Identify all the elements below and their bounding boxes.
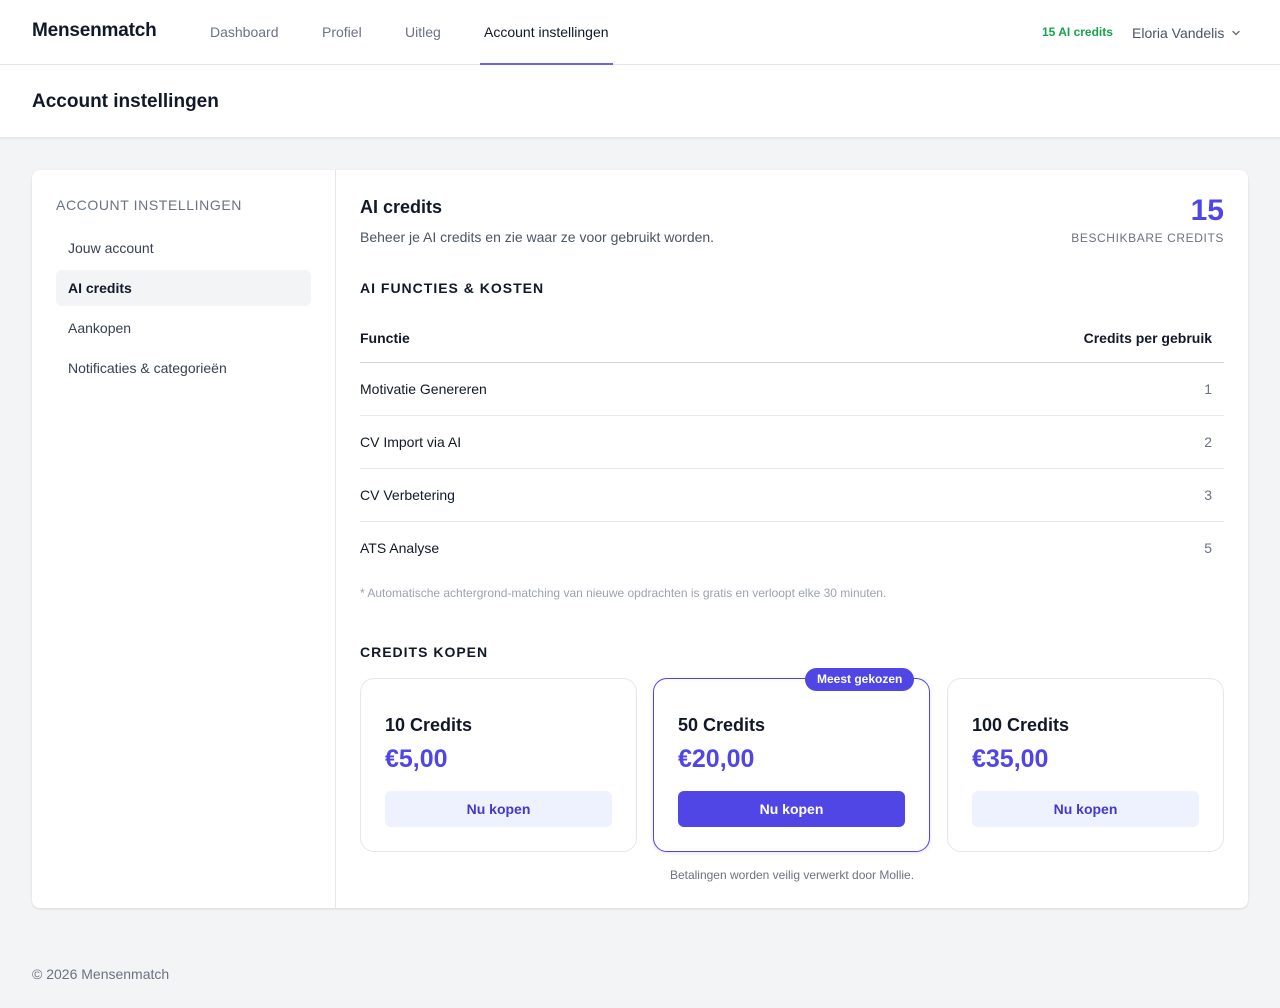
user-menu[interactable]: Eloria Vandelis [1132,23,1242,43]
buy-button-100-credits[interactable]: Nu kopen [972,791,1199,827]
function-credits: 1 [1204,381,1212,397]
column-header-credits: Credits per gebruik [1083,330,1212,346]
functions-heading: AI FUNCTIES & KOSTEN [360,280,545,296]
table-row: CV Import via AI 2 [360,416,1224,469]
plan-name: 50 Credits [678,715,766,735]
sidebar-item-jouw-account[interactable]: Jouw account [56,230,311,266]
nav-link-profiel[interactable]: Profiel [318,0,366,64]
ai-credits-badge: 15 AI credits [1042,25,1113,39]
plan-name: 10 Credits [385,715,473,735]
settings-sidebar: ACCOUNT INSTELLINGEN Jouw account AI cre… [32,170,336,908]
buy-button-10-credits[interactable]: Nu kopen [385,791,612,827]
section-subtitle: Beheer je AI credits en zie waar ze voor… [360,229,715,245]
column-header-functie: Functie [360,330,410,346]
plan-name: 100 Credits [972,715,1070,735]
function-credits: 5 [1204,540,1212,556]
function-name: CV Import via AI [360,434,462,450]
available-credits-label: BESCHIKBARE CREDITS [1071,231,1224,245]
user-name: Eloria Vandelis [1132,25,1225,41]
plan-price: €20,00 [678,745,755,773]
functions-table: Functie Credits per gebruik Motivatie Ge… [360,320,1224,575]
top-navigation: Mensenmatch Dashboard Profiel Uitleg Acc… [0,0,1280,65]
chevron-down-icon [1232,30,1241,36]
footer-copyright: © 2026 Mensenmatch [32,966,170,982]
function-name: CV Verbetering [360,487,455,503]
plan-card-50: Meest gekozen 50 Credits €20,00 Nu kopen [653,668,930,852]
page-header: Account instellingen [0,65,1280,138]
function-credits: 3 [1204,487,1212,503]
table-header: Functie Credits per gebruik [360,320,1224,363]
brand-logo[interactable]: Mensenmatch [32,20,157,42]
plan-price: €35,00 [972,745,1049,773]
table-row: CV Verbetering 3 [360,469,1224,522]
plan-card-100: 100 Credits €35,00 Nu kopen [947,678,1224,852]
nav-link-uitleg[interactable]: Uitleg [401,0,445,64]
sidebar-heading: ACCOUNT INSTELLINGEN [56,197,242,213]
table-row: Motivatie Genereren 1 [360,363,1224,416]
sidebar-item-aankopen[interactable]: Aankopen [56,310,311,346]
function-credits: 2 [1204,434,1212,450]
buy-credits-heading: CREDITS KOPEN [360,644,489,660]
available-credits-count: 15 [1190,194,1224,227]
nav-link-account-instellingen[interactable]: Account instellingen [480,0,613,65]
nav-link-dashboard[interactable]: Dashboard [206,0,283,64]
settings-card: ACCOUNT INSTELLINGEN Jouw account AI cre… [32,170,1248,908]
buy-button-50-credits[interactable]: Nu kopen [678,791,905,827]
ai-credits-panel: AI credits Beheer je AI credits en zie w… [360,170,1224,908]
payment-note: Betalingen worden veilig verwerkt door M… [669,868,915,882]
plan-card-10: 10 Credits €5,00 Nu kopen [360,678,637,852]
page-title: Account instellingen [32,91,219,112]
table-row: ATS Analyse 5 [360,522,1224,575]
function-name: Motivatie Genereren [360,381,487,397]
sidebar-item-notificaties[interactable]: Notificaties & categorieën [56,350,311,386]
matching-footnote: * Automatische achtergrond-matching van … [360,586,887,600]
sidebar-item-ai-credits[interactable]: AI credits [56,270,311,306]
plan-price: €5,00 [385,745,448,773]
function-name: ATS Analyse [360,540,440,556]
most-chosen-badge: Meest gekozen [805,668,915,691]
section-title: AI credits [360,197,443,217]
